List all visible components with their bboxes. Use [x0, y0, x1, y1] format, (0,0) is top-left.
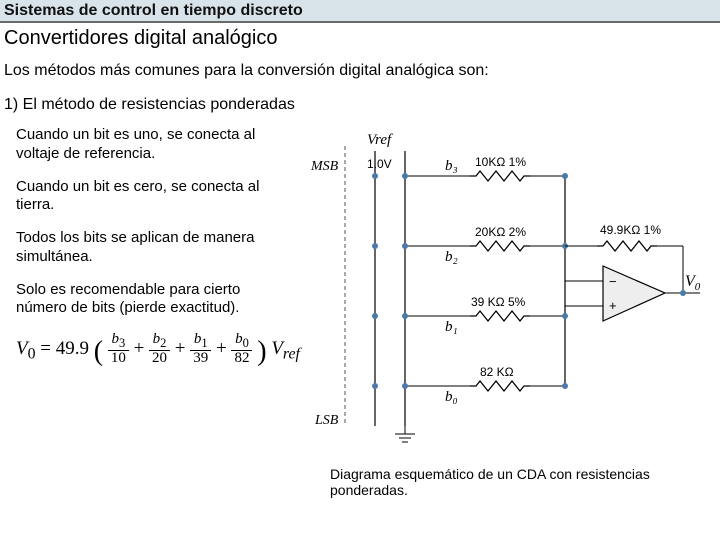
para-3: Todos los bits se aplican de manera simu… — [16, 229, 280, 267]
svg-text:39 KΩ 5%: 39 KΩ 5% — [471, 295, 526, 309]
svg-text:b₂: b₂ — [445, 249, 458, 265]
svg-text:82 KΩ: 82 KΩ — [480, 365, 514, 379]
svg-text:−: − — [609, 274, 617, 289]
svg-text:20KΩ 2%: 20KΩ 2% — [475, 225, 526, 239]
left-column: Cuando un bit es uno, se conecta al volt… — [0, 126, 280, 318]
svg-text:10KΩ 1%: 10KΩ 1% — [475, 155, 526, 169]
svg-text:49.9KΩ 1%: 49.9KΩ 1% — [600, 223, 661, 237]
figure-caption: Diagrama esquemático de un CDA con resis… — [330, 466, 670, 498]
svg-text:b₃: b₃ — [445, 158, 458, 174]
para-1: Cuando un bit es uno, se conecta al volt… — [16, 126, 280, 164]
schematic-diagram: b₃ 10KΩ 1% b₂ 20KΩ 2% b₁ 39 KΩ 5% b — [305, 126, 705, 446]
svg-text:b₁: b₁ — [445, 319, 458, 335]
svg-text:b₀: b₀ — [445, 389, 458, 405]
content-area: Cuando un bit es uno, se conecta al volt… — [0, 126, 720, 368]
para-2: Cuando un bit es cero, se conecta al tie… — [16, 178, 280, 216]
header-bar: Sistemas de control en tiempo discreto — [0, 0, 720, 23]
section-heading: 1) El método de resistencias ponderadas — [0, 94, 720, 126]
svg-text:MSB: MSB — [310, 159, 339, 174]
svg-text:LSB: LSB — [314, 413, 339, 428]
intro-text: Los métodos más comunes para la conversi… — [0, 60, 720, 94]
svg-text:1.0V: 1.0V — [367, 157, 392, 171]
svg-text:V0: V0 — [685, 273, 701, 293]
para-4: Solo es recomendable para cierto número … — [16, 281, 280, 319]
svg-text:Vref: Vref — [367, 132, 393, 148]
svg-text:+: + — [609, 298, 617, 313]
page-title: Convertidores digital analógico — [0, 23, 720, 60]
